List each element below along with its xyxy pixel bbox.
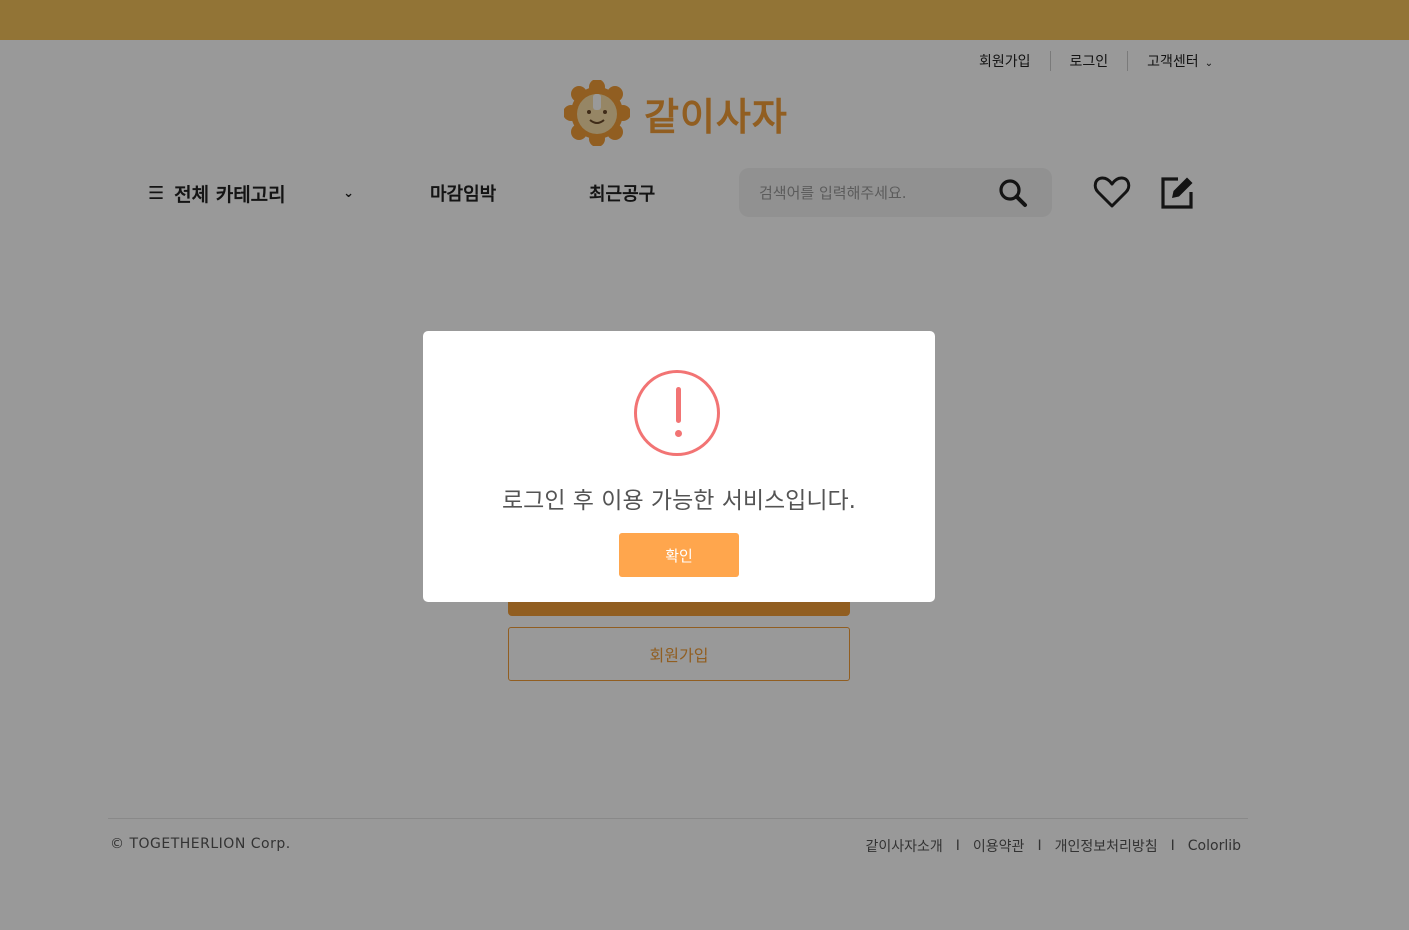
confirm-button[interactable]: 확인: [619, 533, 739, 577]
modal-message: 로그인 후 이용 가능한 서비스입니다.: [502, 488, 856, 514]
alert-modal: 로그인 후 이용 가능한 서비스입니다. 확인: [423, 331, 935, 602]
exclamation-circle-icon: [634, 370, 720, 456]
